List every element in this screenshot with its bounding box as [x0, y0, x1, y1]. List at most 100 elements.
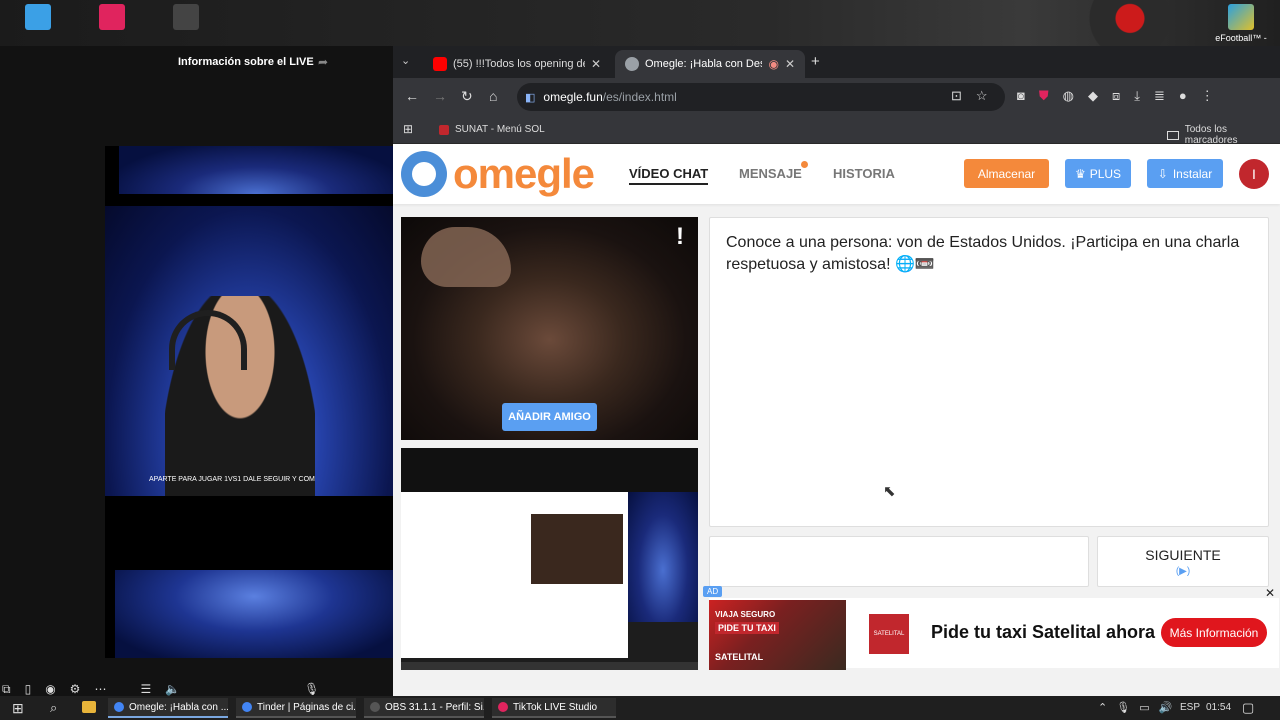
self-video — [401, 448, 698, 670]
download-icon[interactable]: ⤓ — [1134, 88, 1140, 104]
ad-banner[interactable]: AD ✕ VIAJA SEGURO PIDE TU TAXI SATELITAL… — [703, 586, 1279, 670]
browser-toolbar: ← → ↻ ⌂ ◧ omegle.fun /es/index.html ⊡ ☆ … — [393, 78, 1280, 116]
next-hint: (▶) — [1175, 566, 1191, 577]
tiktok-icon — [498, 702, 508, 712]
chevron-up-icon[interactable]: ⌃ — [1098, 701, 1107, 714]
plus-button[interactable]: ♛ PLUS — [1065, 159, 1131, 188]
more-icon[interactable]: ⋯ — [94, 682, 106, 696]
start-icon[interactable]: ⊞ — [12, 700, 24, 717]
crown-icon: ♛ — [1074, 166, 1086, 181]
language-indicator[interactable]: ESP — [1180, 702, 1200, 713]
profile-icon[interactable]: ● — [1179, 88, 1187, 104]
preview-band-bottom — [115, 570, 393, 658]
back-icon[interactable]: ← — [405, 88, 419, 104]
clock[interactable]: 01:54 — [1206, 702, 1231, 713]
add-friend-button[interactable]: AÑADIR AMIGO — [502, 403, 597, 431]
share-icon[interactable]: ➦ — [318, 55, 328, 69]
ad-title[interactable]: Pide tu taxi Satelital ahora — [931, 622, 1155, 643]
layout-icon[interactable]: ⧉ — [2, 682, 11, 696]
globe-icon — [625, 57, 639, 71]
avatar[interactable]: I — [1239, 159, 1269, 189]
shield-icon[interactable]: ⛊ — [1039, 88, 1049, 104]
ad-cta-button[interactable]: Más Información — [1161, 618, 1267, 647]
phone-icon[interactable]: ▯ — [25, 682, 32, 696]
close-icon[interactable]: ✕ — [591, 57, 601, 71]
live-info-title: Información sobre el LIVE — [178, 56, 314, 68]
network-icon[interactable]: ▭ — [1139, 701, 1149, 714]
desktop-icon-label: eFootball™ - — [1215, 33, 1267, 43]
tab-youtube[interactable]: (55) !!!Todos los opening de nue ✕ — [423, 50, 611, 78]
extension-icon[interactable]: ◆ — [1088, 88, 1098, 104]
system-tray: ⌃ 🎙 ▭ 🔊 — [1098, 701, 1172, 714]
mouse-cursor-icon: ⬉ — [883, 483, 896, 500]
recording-indicator-icon: ◉ — [768, 57, 779, 71]
omegle-logo-icon[interactable] — [401, 151, 447, 197]
notification-icon[interactable]: ▢ — [1242, 700, 1254, 716]
desktop-icon-app[interactable] — [156, 4, 216, 33]
folder-icon — [1167, 130, 1179, 140]
media-icon[interactable]: ≣ — [1154, 88, 1165, 104]
desktop-icon-efootball[interactable]: eFootball™ - — [1210, 4, 1272, 43]
store-button[interactable]: Almacenar — [964, 159, 1049, 188]
taskbar-app-tinder[interactable]: Tinder | Páginas de ci... — [236, 698, 356, 718]
stranger-video: ! AÑADIR AMIGO — [401, 217, 698, 440]
stream-ticker: APARTE PARA JUGAR 1VS1 DALE SEGUIR Y COM — [149, 476, 315, 483]
site-info-icon[interactable]: ◧ — [525, 91, 535, 104]
system-message: Conoce a una persona: von de Estados Uni… — [726, 234, 1240, 273]
settings-icon[interactable]: ⚙ — [70, 682, 81, 696]
bookmark-label: SUNAT - Menú SOL — [455, 124, 545, 135]
address-bar[interactable]: ◧ omegle.fun /es/index.html — [517, 83, 1005, 111]
install-app-icon[interactable]: ⊡ — [951, 88, 962, 104]
extension-icon[interactable]: ◍ — [1063, 88, 1074, 104]
message-input[interactable] — [709, 536, 1089, 587]
record-icon[interactable]: ◉ — [45, 682, 55, 696]
ad-image-line3: SATELITAL — [715, 652, 764, 662]
taskbar-app-obs[interactable]: OBS 31.1.1 - Perfil: Si... — [364, 698, 484, 718]
tab-search-icon[interactable]: ⌄ — [401, 54, 410, 67]
file-explorer-icon[interactable] — [82, 701, 96, 713]
puzzle-icon[interactable]: ⧈ — [1112, 88, 1120, 104]
desktop-icon-tiktok[interactable] — [82, 4, 142, 33]
tab-omegle[interactable]: Omegle: ¡Habla con Desconoc ◉ ✕ — [615, 50, 805, 78]
chrome-icon — [242, 702, 252, 712]
next-button[interactable]: SIGUIENTE (▶) — [1097, 536, 1269, 587]
sliders-icon[interactable]: ☰ — [140, 682, 151, 696]
taskbar-app-omegle[interactable]: Omegle: ¡Habla con ... — [108, 698, 228, 718]
all-bookmarks[interactable]: Todos los marcadores — [1167, 124, 1280, 146]
new-tab-button[interactable]: + — [811, 53, 820, 70]
volume-icon[interactable]: 🔊 — [1159, 701, 1173, 714]
app-icon — [173, 4, 199, 30]
apps-grid-icon[interactable]: ⊞ — [403, 122, 413, 136]
self-video-frame — [628, 492, 698, 622]
nav-history[interactable]: HISTORIA — [833, 166, 895, 181]
volume-icon[interactable]: 🔈 — [165, 682, 180, 696]
menu-icon[interactable]: ⋮ — [1201, 88, 1214, 104]
site-logo[interactable]: omegle — [453, 150, 595, 198]
all-bookmarks-label: Todos los marcadores — [1184, 124, 1238, 146]
install-button[interactable]: ⇩ Instalar — [1147, 159, 1223, 188]
desktop-icon-computer[interactable] — [8, 4, 68, 33]
taskbar-app-label: Omegle: ¡Habla con ... — [129, 701, 228, 713]
ad-image[interactable]: VIAJA SEGURO PIDE TU TAXI SATELITAL — [709, 600, 846, 670]
microphone-icon[interactable]: 🎙 — [1116, 701, 1130, 714]
bookmark-star-icon[interactable]: ☆ — [976, 88, 988, 104]
forward-icon[interactable]: → — [433, 88, 447, 104]
home-icon[interactable]: ⌂ — [489, 88, 497, 104]
bookmark-sunat[interactable]: SUNAT - Menú SOL — [439, 124, 545, 135]
url-path: /es/index.html — [602, 90, 677, 104]
self-video-frame — [531, 514, 623, 584]
report-button[interactable]: ! — [676, 223, 684, 251]
nav-messages[interactable]: MENSAJE — [739, 166, 802, 181]
close-icon[interactable]: ✕ — [1265, 586, 1275, 600]
close-icon[interactable]: ✕ — [785, 57, 795, 71]
search-icon[interactable]: ⌕ — [50, 700, 57, 716]
taskbar-app-tiktok[interactable]: TikTok LIVE Studio — [492, 698, 616, 718]
reload-icon[interactable]: ↻ — [461, 88, 473, 105]
microphone-icon[interactable]: 🎙 — [304, 682, 319, 696]
extension-icon[interactable]: ◙ — [1017, 88, 1025, 104]
nav-video-chat[interactable]: VÍDEO CHAT — [629, 166, 709, 185]
download-icon: ⇩ — [1157, 166, 1168, 181]
bookmarks-bar: ⊞ SUNAT - Menú SOL Todos los marcadores — [393, 116, 1280, 146]
youtube-icon — [433, 57, 447, 71]
tiktok-live-panel: Información sobre el LIVE ➦ APARTE PARA … — [0, 46, 393, 696]
